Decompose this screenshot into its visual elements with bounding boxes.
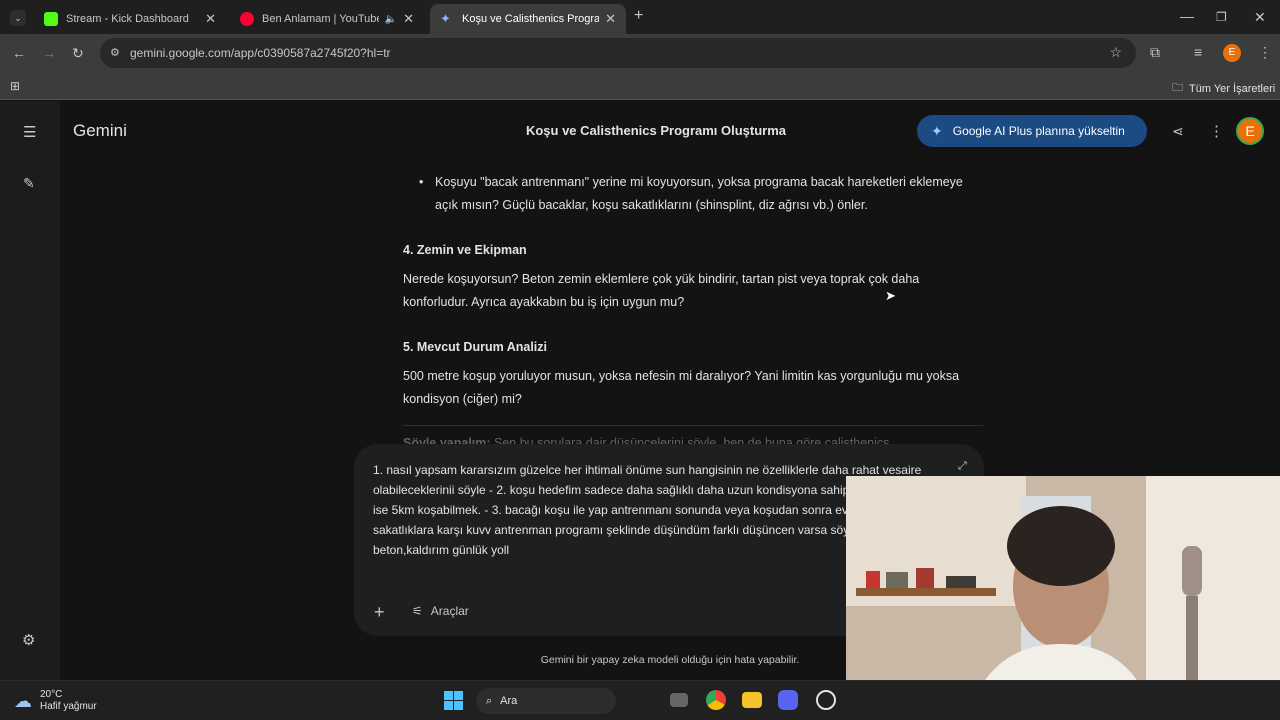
kick-icon bbox=[44, 12, 58, 26]
taskbar-search[interactable]: ⌕ Ara bbox=[476, 688, 616, 714]
tab-kick[interactable]: Stream - Kick Dashboard ✕ bbox=[34, 4, 226, 34]
task-view-icon[interactable] bbox=[670, 693, 688, 707]
maximize-icon[interactable]: ❐ bbox=[1216, 10, 1227, 24]
mouse-cursor-icon: ➤ bbox=[885, 288, 896, 303]
site-info-icon[interactable]: ⚙ bbox=[110, 46, 120, 59]
bookmark-star-icon[interactable]: ☆ bbox=[1109, 44, 1122, 61]
temperature: 20°C bbox=[40, 689, 63, 700]
weather-condition: Hafif yağmur bbox=[40, 701, 97, 712]
section-paragraph: Nerede koşuyorsun? Beton zemin eklemlere… bbox=[403, 272, 920, 309]
tab-title: Ben Anlamam | YouTube M bbox=[262, 13, 379, 25]
rain-cloud-icon: ☁ bbox=[14, 690, 32, 711]
url-text: gemini.google.com/app/c0390587a2745f20?h… bbox=[130, 46, 391, 60]
share-icon[interactable]: ⋖ bbox=[1172, 123, 1184, 140]
expand-icon[interactable]: ⤢ bbox=[958, 460, 967, 473]
close-tab-icon[interactable]: ✕ bbox=[605, 11, 616, 27]
response-content: Koşuyu "bacak antrenmanı" yerine mi koyu… bbox=[403, 171, 983, 433]
chrome-icon[interactable] bbox=[706, 690, 726, 710]
mute-icon[interactable]: 🔈 bbox=[385, 14, 397, 25]
windows-taskbar: ☁ 20°C Hafif yağmur ⌕ Ara bbox=[0, 680, 1280, 720]
tab-gemini[interactable]: ✦ Koşu ve Calisthenics Programı Oluşturm… bbox=[430, 4, 626, 34]
back-icon[interactable]: ← bbox=[12, 46, 26, 60]
forward-icon[interactable]: → bbox=[42, 46, 56, 60]
extensions-icon[interactable]: ⧉ bbox=[1150, 45, 1160, 59]
new-tab-icon[interactable]: + bbox=[634, 8, 643, 24]
close-tab-icon[interactable]: ✕ bbox=[205, 11, 216, 27]
tab-title: Koşu ve Calisthenics Programı Oluşturma bbox=[462, 13, 600, 25]
sidebar: ☰ ✎ ⚙ bbox=[0, 101, 60, 680]
more-options-icon[interactable]: ⋮ bbox=[1209, 122, 1224, 140]
app-icon[interactable] bbox=[816, 690, 836, 710]
browser-toolbar: ← → ↻ ⚙ gemini.google.com/app/c0390587a2… bbox=[0, 34, 1280, 72]
gemini-icon: ✦ bbox=[440, 11, 451, 26]
file-explorer-icon[interactable] bbox=[742, 692, 762, 708]
tab-title: Stream - Kick Dashboard bbox=[66, 13, 189, 25]
all-bookmarks-link[interactable]: 🗀 Tüm Yer İşaretleri bbox=[1172, 79, 1275, 98]
sparkle-icon: ✦ bbox=[931, 122, 943, 139]
search-label: Ara bbox=[500, 695, 518, 707]
close-window-icon[interactable]: ✕ bbox=[1254, 10, 1266, 24]
section-heading: 4. Zemin ve Ekipman bbox=[403, 243, 527, 257]
start-icon[interactable] bbox=[444, 691, 463, 710]
folder-icon: 🗀 bbox=[1172, 82, 1183, 94]
upgrade-label: Google AI Plus planına yükseltin bbox=[952, 124, 1125, 138]
profile-avatar[interactable]: E bbox=[1223, 44, 1241, 62]
reload-icon[interactable]: ↻ bbox=[72, 46, 84, 60]
new-chat-icon[interactable]: ✎ bbox=[23, 175, 35, 192]
settings-icon[interactable]: ⚙ bbox=[22, 631, 35, 649]
tools-button[interactable]: ⚟ Araçlar bbox=[412, 604, 469, 618]
section-paragraph: 500 metre koşup yoruluyor musun, yoksa n… bbox=[403, 369, 960, 406]
tab-search-chevron-icon[interactable]: ⌄ bbox=[10, 10, 26, 26]
weather-widget[interactable]: ☁ 20°C Hafif yağmur bbox=[14, 689, 97, 713]
tools-label: Araçlar bbox=[430, 604, 469, 618]
tools-icon: ⚟ bbox=[412, 604, 423, 618]
media-control-icon[interactable]: ≡ bbox=[1194, 45, 1202, 59]
youtube-music-icon bbox=[240, 12, 254, 26]
discord-icon[interactable] bbox=[778, 690, 798, 710]
add-attachment-icon[interactable]: + bbox=[374, 602, 385, 623]
close-tab-icon[interactable]: ✕ bbox=[403, 11, 414, 27]
section-heading: 5. Mevcut Durum Analizi bbox=[403, 340, 548, 354]
menu-kebab-icon[interactable]: ⋮ bbox=[1258, 45, 1272, 59]
bullet-item: Koşuyu "bacak antrenmanı" yerine mi koyu… bbox=[403, 171, 983, 217]
apps-grid-icon[interactable]: ⊞ bbox=[10, 79, 20, 93]
user-avatar[interactable]: E bbox=[1236, 117, 1264, 145]
tab-youtube-music[interactable]: Ben Anlamam | YouTube M 🔈 ✕ bbox=[230, 4, 424, 34]
browser-tab-bar: ⌄ Stream - Kick Dashboard ✕ Ben Anlamam … bbox=[0, 0, 1280, 34]
bullet-text: Koşuyu "bacak antrenmanı" yerine mi koyu… bbox=[419, 171, 975, 217]
search-icon: ⌕ bbox=[486, 694, 493, 707]
address-bar[interactable]: ⚙ gemini.google.com/app/c0390587a2745f20… bbox=[100, 38, 1136, 68]
upgrade-button[interactable]: ✦ Google AI Plus planına yükseltin bbox=[917, 115, 1147, 147]
minimize-icon[interactable]: — bbox=[1180, 9, 1194, 23]
bookmarks-bar: ⊞ 🗀 Tüm Yer İşaretleri bbox=[0, 72, 1280, 100]
all-bookmarks-label: Tüm Yer İşaretleri bbox=[1189, 82, 1276, 95]
